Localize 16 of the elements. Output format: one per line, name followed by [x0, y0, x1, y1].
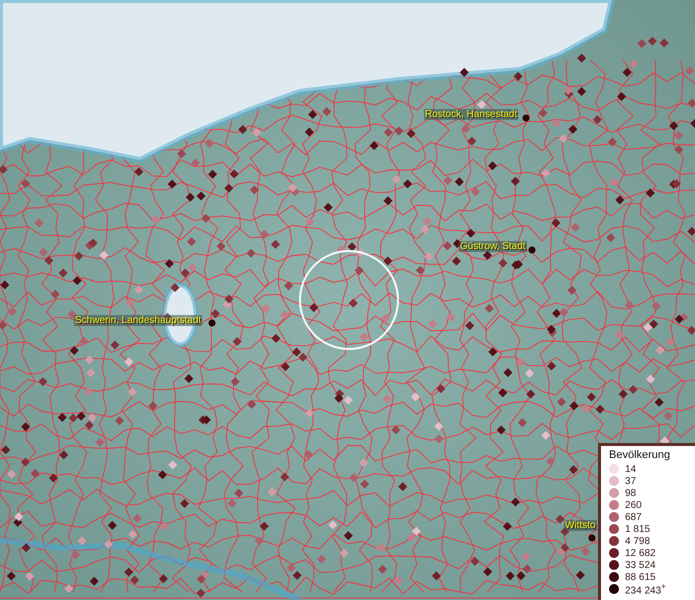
legend-label: 37	[625, 476, 636, 486]
city-label: Rostock, Hansestadt	[424, 109, 518, 120]
legend-label: 88 615	[625, 572, 656, 582]
legend-label: 234 243$^{+}$	[625, 581, 666, 597]
legend-label: 1 815	[625, 524, 650, 534]
legend-label: 260	[625, 500, 642, 510]
legend-label: 98	[625, 488, 636, 498]
legend-label: 12 682	[625, 548, 656, 558]
city-label: Wittsto	[564, 520, 597, 531]
city-label: Schwerin, Landeshauptstadt	[74, 315, 202, 326]
legend-label: 33 524	[625, 560, 656, 570]
legend-label: 4 798	[625, 536, 650, 546]
legend-label: 14	[625, 464, 636, 474]
legend-title: Bevölkerung	[609, 449, 672, 461]
legend-label: 687	[625, 512, 642, 522]
city-label: Güstrow, Stadt	[459, 241, 527, 252]
